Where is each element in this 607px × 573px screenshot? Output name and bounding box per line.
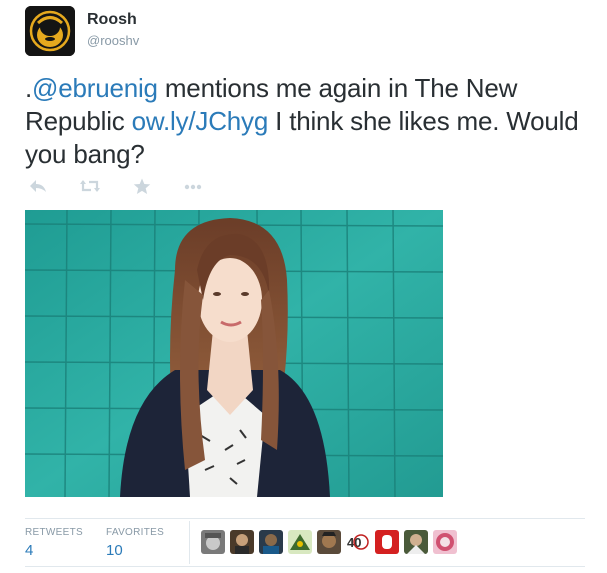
mention-link[interactable]: @ebruenig bbox=[32, 73, 158, 103]
portrait-photo bbox=[25, 210, 443, 497]
user-avatar[interactable] bbox=[25, 6, 75, 56]
bearded-face-icon bbox=[25, 6, 75, 56]
more-icon[interactable] bbox=[183, 178, 205, 198]
retweets-count[interactable]: 4 bbox=[25, 542, 83, 559]
favoriter-avatar[interactable] bbox=[230, 530, 254, 554]
tweet: Roosh @rooshv .@ebruenig mentions me aga… bbox=[0, 0, 607, 573]
retweet-icon[interactable] bbox=[79, 178, 101, 198]
favorites-stat[interactable]: FAVORITES 10 bbox=[106, 527, 164, 559]
favorites-count[interactable]: 10 bbox=[106, 542, 164, 559]
favoriter-avatar[interactable] bbox=[317, 530, 341, 554]
text-prefix: . bbox=[25, 73, 33, 103]
url-link[interactable]: ow.ly/JChyg bbox=[132, 106, 269, 136]
stats-divider-top bbox=[25, 518, 585, 519]
screen-name[interactable]: @rooshv bbox=[87, 33, 139, 48]
retweets-stat[interactable]: RETWEETS 4 bbox=[25, 527, 83, 559]
favoriter-avatar[interactable] bbox=[433, 530, 457, 554]
tweet-photo[interactable] bbox=[25, 210, 443, 497]
favorite-icon[interactable] bbox=[133, 178, 155, 198]
stats-divider-bottom bbox=[25, 566, 585, 567]
favoriter-avatar[interactable] bbox=[404, 530, 428, 554]
favoriter-avatar[interactable]: 40 bbox=[346, 530, 370, 554]
tweet-text: .@ebruenig mentions me again in The New … bbox=[25, 72, 595, 171]
retweets-label: RETWEETS bbox=[25, 527, 83, 538]
favoriter-avatar[interactable] bbox=[259, 530, 283, 554]
favoriter-avatar[interactable] bbox=[288, 530, 312, 554]
favoriter-avatar[interactable] bbox=[375, 530, 399, 554]
stats-divider-vertical bbox=[189, 521, 190, 564]
display-name[interactable]: Roosh bbox=[87, 11, 137, 29]
favoriter-avatar[interactable] bbox=[201, 530, 225, 554]
favorites-label: FAVORITES bbox=[106, 527, 165, 538]
reply-icon[interactable] bbox=[29, 178, 51, 198]
